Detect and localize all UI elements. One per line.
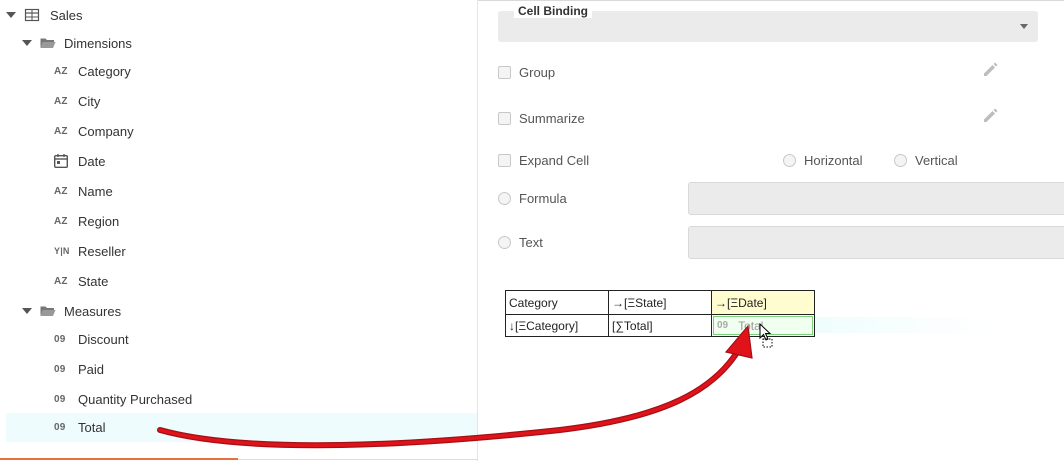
tree-item-quantity-purchased[interactable]: 09 Quantity Purchased bbox=[0, 386, 477, 412]
cell-binding-label: Cell Binding bbox=[514, 4, 592, 18]
tree-item-label: State bbox=[78, 273, 109, 289]
chevron-down-icon[interactable] bbox=[22, 40, 32, 46]
cell-properties-panel: Cell Binding Group Summarize Expand Cell… bbox=[478, 0, 1064, 461]
tree-item-label: Total bbox=[78, 420, 106, 435]
grid-cell-r2c1[interactable]: ↓[ΞCategory] bbox=[505, 314, 609, 337]
tree-item-company[interactable]: AZ Company bbox=[0, 118, 477, 144]
horizontal-label: Horizontal bbox=[804, 153, 863, 168]
group-checkbox[interactable] bbox=[498, 66, 511, 79]
grid-cell-r1c3[interactable]: →[ΞDate] bbox=[711, 290, 815, 315]
group-label: Measures bbox=[64, 303, 122, 319]
text-type-icon: AZ bbox=[54, 95, 68, 107]
tree-node-sales[interactable]: Sales bbox=[0, 2, 477, 28]
tree-item-label: Quantity Purchased bbox=[78, 391, 193, 407]
tree-item-label: Name bbox=[78, 183, 113, 199]
folder-open-icon bbox=[40, 37, 56, 49]
text-input[interactable] bbox=[688, 226, 1064, 259]
tree-item-paid[interactable]: 09 Paid bbox=[0, 356, 477, 382]
folder-open-icon bbox=[40, 305, 56, 317]
grid-cell-r1c2[interactable]: →[ΞState] bbox=[608, 290, 712, 315]
number-type-icon: 09 bbox=[54, 422, 66, 433]
grid-cell-r1c1[interactable]: Category bbox=[505, 290, 609, 315]
tree-node-dimensions[interactable]: Dimensions bbox=[0, 30, 477, 56]
tree-item-label: Category bbox=[78, 63, 131, 79]
table-icon bbox=[24, 8, 40, 22]
tree-item-state[interactable]: AZ State bbox=[0, 268, 477, 294]
vertical-label: Vertical bbox=[915, 153, 958, 168]
group-label: Group bbox=[519, 65, 556, 80]
tree-item-label: Region bbox=[78, 213, 120, 229]
horizontal-radio[interactable] bbox=[783, 154, 796, 167]
chevron-down-icon[interactable] bbox=[6, 12, 16, 18]
drag-cursor-icon bbox=[759, 322, 775, 354]
text-type-icon: AZ bbox=[54, 185, 68, 197]
summarize-label: Summarize bbox=[519, 111, 585, 126]
tree-item-total[interactable]: 09 Total bbox=[6, 413, 477, 442]
edit-group-pencil-icon[interactable] bbox=[982, 60, 1002, 80]
grid-cell-r2c2[interactable]: [∑Total] bbox=[608, 314, 712, 337]
tree-item-category[interactable]: AZ Category bbox=[0, 58, 477, 84]
text-type-icon: AZ bbox=[54, 125, 68, 137]
number-type-icon: 09 bbox=[717, 320, 729, 331]
tree-item-label: City bbox=[78, 93, 101, 109]
tree-item-label: Date bbox=[78, 153, 106, 169]
expand-cell-checkbox[interactable] bbox=[498, 154, 511, 167]
tree-item-region[interactable]: AZ Region bbox=[0, 208, 477, 234]
tree-item-city[interactable]: AZ City bbox=[0, 88, 477, 114]
expand-cell-label: Expand Cell bbox=[519, 153, 590, 168]
tree-node-measures[interactable]: Measures bbox=[0, 298, 477, 324]
caret-down-icon[interactable] bbox=[1020, 24, 1028, 29]
vertical-radio[interactable] bbox=[894, 154, 907, 167]
bottom-divider bbox=[238, 459, 478, 460]
text-radio[interactable] bbox=[498, 236, 511, 249]
bottom-accent-bar bbox=[0, 458, 238, 460]
formula-label: Formula bbox=[519, 191, 567, 206]
tree-item-discount[interactable]: 09 Discount bbox=[0, 326, 477, 352]
formula-input[interactable] bbox=[688, 182, 1064, 215]
field-tree-panel: Sales Dimensions AZ Category AZ City AZ … bbox=[0, 0, 478, 461]
tree-item-label: Reseller bbox=[78, 243, 126, 259]
tree-item-name[interactable]: AZ Name bbox=[0, 178, 477, 204]
group-label: Dimensions bbox=[64, 35, 132, 51]
text-type-icon: AZ bbox=[54, 65, 68, 77]
tree-root-label: Sales bbox=[50, 7, 83, 23]
edit-summarize-pencil-icon[interactable] bbox=[982, 106, 1002, 126]
text-label: Text bbox=[519, 235, 543, 250]
text-type-icon: AZ bbox=[54, 275, 68, 287]
tree-item-date[interactable]: Date bbox=[0, 148, 477, 174]
boolean-type-icon: Y|N bbox=[54, 246, 70, 256]
tree-item-reseller[interactable]: Y|N Reseller bbox=[0, 238, 477, 264]
number-type-icon: 09 bbox=[54, 363, 66, 375]
formula-radio[interactable] bbox=[498, 192, 511, 205]
calendar-icon bbox=[53, 154, 76, 169]
summarize-checkbox[interactable] bbox=[498, 112, 511, 125]
tree-item-label: Company bbox=[78, 123, 134, 139]
number-type-icon: 09 bbox=[54, 393, 66, 405]
chevron-down-icon[interactable] bbox=[22, 308, 32, 314]
tree-item-label: Discount bbox=[78, 331, 129, 347]
text-type-icon: AZ bbox=[54, 215, 68, 227]
number-type-icon: 09 bbox=[54, 333, 66, 345]
tree-item-label: Paid bbox=[78, 361, 105, 377]
